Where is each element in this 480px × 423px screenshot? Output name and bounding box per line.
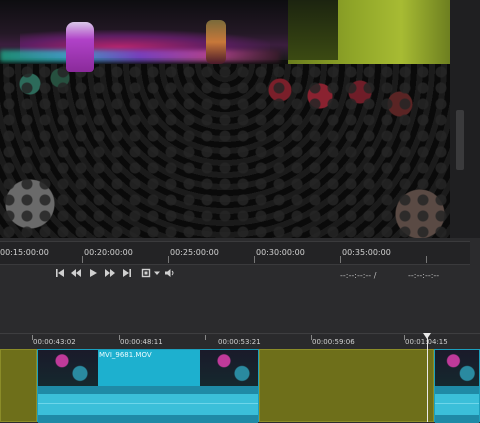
timeline-ruler[interactable]: 00:00:43:02 00:00:48:11 00:00:53:21 00:0… — [0, 335, 480, 349]
video-clip[interactable] — [434, 349, 480, 423]
audio-centerline — [38, 403, 258, 404]
ruler-tick — [340, 256, 341, 263]
timeline-ruler-label: 00:00:48:11 — [120, 338, 163, 346]
viewer-side-panel — [450, 0, 480, 238]
clip-name: MVI_9681.MOV — [99, 351, 152, 359]
total-timecode: --:--:--:-- — [408, 271, 440, 280]
ruler-label: 00:15:00:00 — [0, 248, 49, 257]
wall-shadow — [288, 0, 338, 60]
timeline-ruler-label: 00:00:43:02 — [33, 338, 76, 346]
performer-figure-2 — [206, 20, 226, 64]
ruler-tick — [205, 335, 206, 340]
clip-thumbnails — [435, 350, 479, 386]
skip-to-end-icon[interactable] — [120, 268, 134, 282]
panel-divider[interactable] — [0, 333, 480, 334]
viewer-time-ruler[interactable]: 00:15:00:00 00:20:00:00 00:25:00:00 00:3… — [0, 241, 470, 265]
timeline-track[interactable]: MVI_9681.MOV — [0, 349, 480, 423]
viewer-scrollbar[interactable] — [456, 110, 464, 170]
gap-clip[interactable] — [259, 349, 434, 422]
audience-heads — [0, 64, 450, 238]
audio-waveform — [435, 386, 479, 423]
clip-thumbnail — [200, 350, 258, 386]
skip-to-start-icon[interactable] — [53, 268, 67, 282]
stage-lights — [0, 50, 280, 62]
performer-figure — [66, 22, 94, 72]
ruler-label: 00:20:00:00 — [84, 248, 133, 257]
current-timecode: --:--:--:-- / — [340, 271, 377, 280]
rewind-icon[interactable] — [69, 268, 83, 282]
audio-centerline — [435, 403, 479, 404]
audio-waveform — [38, 386, 258, 423]
volume-icon[interactable] — [163, 268, 177, 282]
ruler-tick — [426, 256, 427, 263]
timeline-ruler-label: 00:00:59:06 — [312, 338, 355, 346]
gap-clip[interactable] — [0, 349, 37, 422]
playhead-handle[interactable] — [423, 333, 431, 339]
ruler-label: 00:30:00:00 — [256, 248, 305, 257]
ruler-tick — [254, 256, 255, 263]
clip-thumbnail — [38, 350, 98, 386]
video-clip[interactable]: MVI_9681.MOV — [37, 349, 259, 423]
play-icon[interactable] — [86, 268, 100, 282]
ruler-tick — [168, 256, 169, 263]
video-viewer[interactable] — [0, 0, 450, 238]
ruler-label: 00:25:00:00 — [170, 248, 219, 257]
playhead[interactable] — [427, 336, 428, 422]
ruler-tick — [82, 256, 83, 263]
fast-forward-icon[interactable] — [103, 268, 117, 282]
ruler-label: 00:35:00:00 — [342, 248, 391, 257]
timeline-ruler-label: 00:00:53:21 — [218, 338, 261, 346]
chevron-down-icon[interactable] — [150, 268, 164, 282]
clip-thumbnail — [435, 350, 479, 386]
